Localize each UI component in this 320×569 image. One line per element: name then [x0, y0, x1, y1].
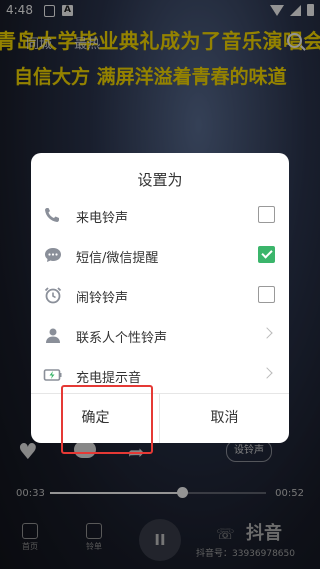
chevron-right-icon	[261, 367, 273, 379]
sms-wechat-checkbox[interactable]	[258, 246, 275, 263]
option-label: 来电铃声	[76, 211, 129, 226]
option-label: 联系人个性铃声	[76, 331, 168, 346]
contact-icon	[46, 328, 60, 343]
chevron-right-icon	[261, 327, 273, 339]
option-sms-wechat[interactable]: 短信/微信提醒	[31, 235, 289, 275]
phone-icon	[45, 208, 59, 222]
option-incoming-call[interactable]: 来电铃声	[31, 195, 289, 235]
option-label: 短信/微信提醒	[76, 251, 159, 266]
option-contact-ringtone[interactable]: 联系人个性铃声	[31, 315, 289, 355]
option-label: 充电提示音	[76, 371, 142, 386]
cancel-button[interactable]: 取消	[160, 394, 289, 443]
message-icon	[45, 248, 61, 262]
incoming-call-checkbox[interactable]	[258, 206, 275, 223]
alarm-clock-icon	[44, 287, 62, 304]
dialog-title: 设置为	[137, 171, 183, 189]
option-label: 闹铃铃声	[76, 291, 129, 306]
annotation-highlight-box	[61, 385, 153, 454]
option-alarm[interactable]: 闹铃铃声	[31, 275, 289, 315]
alarm-checkbox[interactable]	[258, 286, 275, 303]
battery-charging-icon	[43, 369, 62, 381]
